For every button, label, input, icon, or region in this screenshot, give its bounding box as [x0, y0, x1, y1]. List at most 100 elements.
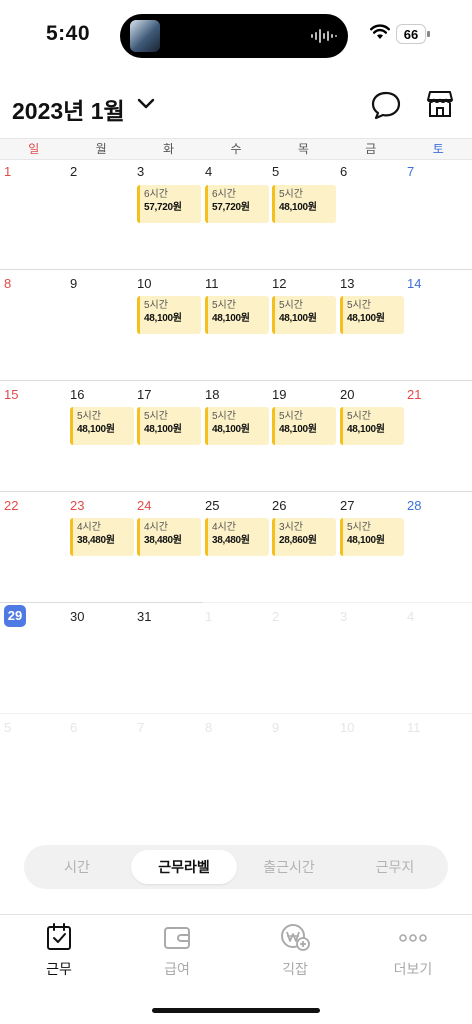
shift-wage: 57,720원 — [212, 202, 250, 213]
shift-wage: 38,480원 — [77, 535, 115, 546]
calendar-day-outside: 1 — [205, 609, 213, 624]
segment-workplace[interactable]: 근무지 — [346, 850, 444, 884]
today-day[interactable]: 29 — [4, 605, 26, 627]
calendar-day[interactable]: 7 — [407, 164, 414, 179]
shift-wage: 28,860원 — [279, 535, 317, 546]
calendar-day[interactable]: 21 — [407, 387, 421, 402]
shift-hours: 5시간 — [144, 411, 168, 422]
shift-chip[interactable]: 5시간 48,100원 — [272, 407, 336, 445]
calendar-day[interactable]: 15 — [4, 387, 18, 402]
calendar-day[interactable]: 25 — [205, 498, 219, 513]
shift-chip[interactable]: 6시간 57,720원 — [205, 185, 269, 223]
shift-hours: 5시간 — [347, 522, 371, 533]
shift-hours: 3시간 — [279, 522, 303, 533]
status-time: 5:40 — [46, 22, 91, 45]
calendar-day[interactable]: 20 — [340, 387, 354, 402]
tab-gig-job[interactable]: 긱잡 — [255, 922, 335, 979]
shift-wage: 48,100원 — [279, 424, 317, 435]
calendar-day-outside: 3 — [340, 609, 348, 624]
calendar-day[interactable]: 24 — [137, 498, 151, 513]
calendar-day[interactable]: 8 — [4, 276, 11, 291]
calendar-day[interactable]: 16 — [70, 387, 84, 402]
shift-chip[interactable]: 5시간 48,100원 — [137, 296, 201, 334]
week-divider — [0, 380, 472, 381]
shift-hours: 5시간 — [77, 411, 101, 422]
calendar-day[interactable]: 31 — [137, 609, 151, 624]
shift-wage: 48,100원 — [144, 424, 182, 435]
calendar-day[interactable]: 27 — [340, 498, 354, 513]
store-icon[interactable] — [424, 88, 456, 120]
calendar-day-outside: 4 — [407, 609, 415, 624]
calendar-day[interactable]: 18 — [205, 387, 219, 402]
shift-chip[interactable]: 3시간 28,860원 — [272, 518, 336, 556]
segment-work-label[interactable]: 근무라벨 — [131, 850, 237, 884]
battery-indicator: 66 — [396, 24, 426, 44]
shift-wage: 48,100원 — [279, 313, 317, 324]
shift-wage: 48,100원 — [212, 313, 250, 324]
calendar-day[interactable]: 1 — [4, 164, 11, 179]
more-dots-icon — [399, 934, 427, 942]
shift-chip[interactable]: 5시간 48,100원 — [272, 185, 336, 223]
segment-clock-in-time[interactable]: 출근시간 — [240, 850, 338, 884]
calendar-day[interactable]: 5 — [272, 164, 279, 179]
weekday-label: 토 — [432, 142, 444, 156]
shift-chip[interactable]: 4시간 38,480원 — [137, 518, 201, 556]
shift-chip[interactable]: 5시간 48,100원 — [70, 407, 134, 445]
calendar-day[interactable]: 14 — [407, 276, 421, 291]
shift-hours: 5시간 — [279, 189, 303, 200]
weekday-label: 월 — [95, 142, 107, 156]
shift-wage: 48,100원 — [347, 424, 385, 435]
calendar-day[interactable]: 12 — [272, 276, 286, 291]
shift-wage: 48,100원 — [279, 202, 317, 213]
calendar-day[interactable]: 2 — [70, 164, 77, 179]
shift-chip[interactable]: 5시간 48,100원 — [137, 407, 201, 445]
shift-chip[interactable]: 5시간 48,100원 — [205, 296, 269, 334]
shift-chip[interactable]: 6시간 57,720원 — [137, 185, 201, 223]
shift-wage: 48,100원 — [347, 535, 385, 546]
shift-chip[interactable]: 5시간 48,100원 — [340, 296, 404, 334]
calendar-day[interactable]: 19 — [272, 387, 286, 402]
shift-chip[interactable]: 5시간 48,100원 — [340, 518, 404, 556]
shift-hours: 6시간 — [144, 189, 168, 200]
shift-wage: 48,100원 — [77, 424, 115, 435]
chevron-down-icon[interactable] — [136, 96, 156, 112]
calendar-day-outside: 10 — [340, 720, 355, 735]
calendar-day[interactable]: 11 — [205, 276, 219, 291]
segment-hours[interactable]: 시간 — [28, 850, 126, 884]
tab-label: 더보기 — [393, 961, 433, 977]
calendar-day[interactable]: 10 — [137, 276, 151, 291]
chat-bubble-icon[interactable] — [370, 90, 402, 120]
tab-label: 급여 — [164, 961, 190, 977]
weekday-label: 금 — [365, 142, 377, 156]
calendar-day[interactable]: 13 — [340, 276, 354, 291]
calendar-day[interactable]: 23 — [70, 498, 84, 513]
shift-chip[interactable]: 5시간 48,100원 — [340, 407, 404, 445]
wallet-icon — [164, 927, 190, 949]
weekday-label: 수 — [230, 142, 242, 156]
shift-hours: 5시간 — [212, 411, 236, 422]
calendar-day[interactable]: 6 — [340, 164, 347, 179]
calendar-day[interactable]: 3 — [137, 164, 144, 179]
shift-hours: 5시간 — [279, 411, 303, 422]
home-indicator[interactable] — [152, 1008, 320, 1013]
calendar-day[interactable]: 4 — [205, 164, 212, 179]
calendar-day[interactable]: 9 — [70, 276, 77, 291]
calendar-day[interactable]: 22 — [4, 498, 18, 513]
tab-work[interactable]: 근무 — [19, 922, 99, 979]
shift-chip[interactable]: 5시간 48,100원 — [272, 296, 336, 334]
shift-wage: 38,480원 — [144, 535, 182, 546]
shift-chip[interactable]: 4시간 38,480원 — [205, 518, 269, 556]
calendar-day[interactable]: 30 — [70, 609, 84, 624]
shift-chip[interactable]: 5시간 48,100원 — [205, 407, 269, 445]
tab-label: 근무 — [46, 961, 72, 977]
week-divider — [0, 602, 203, 603]
won-coin-plus-icon — [281, 924, 310, 951]
calendar-day[interactable]: 17 — [137, 387, 151, 402]
calendar-day[interactable]: 26 — [272, 498, 286, 513]
week-divider — [0, 491, 472, 492]
calendar-day[interactable]: 28 — [407, 498, 421, 513]
month-title[interactable]: 2023년 1월 — [12, 92, 125, 126]
tab-more[interactable]: 더보기 — [373, 922, 453, 979]
tab-salary[interactable]: 급여 — [137, 922, 217, 979]
shift-chip[interactable]: 4시간 38,480원 — [70, 518, 134, 556]
